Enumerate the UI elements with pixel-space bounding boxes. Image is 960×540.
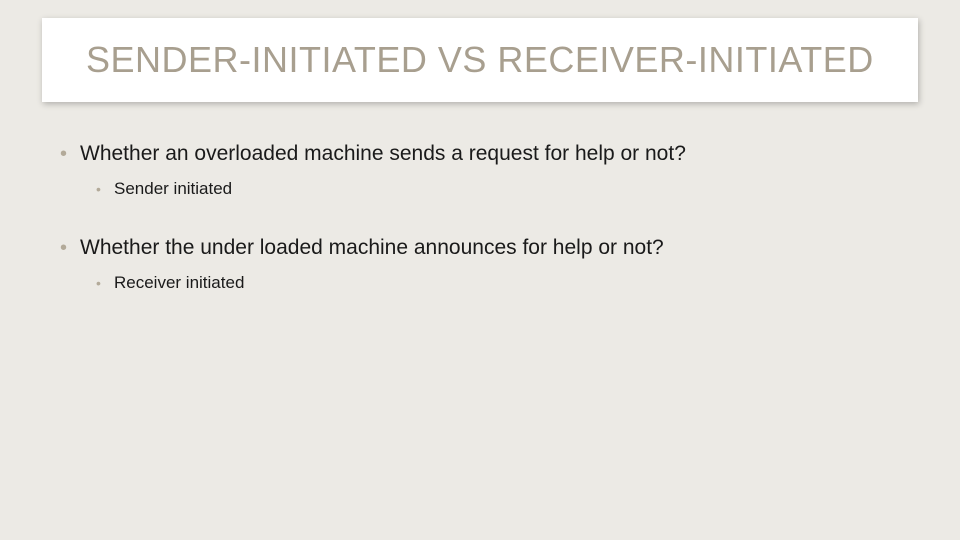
bullet-text: Whether an overloaded machine sends a re… — [80, 140, 686, 168]
bullet-level2: • Receiver initiated — [96, 272, 900, 294]
bullet-text: Whether the under loaded machine announc… — [80, 234, 664, 262]
bullet-dot-icon: • — [96, 178, 114, 200]
bullet-level1: • Whether the under loaded machine annou… — [60, 234, 900, 262]
bullet-level2: • Sender initiated — [96, 178, 900, 200]
bullet-level1: • Whether an overloaded machine sends a … — [60, 140, 900, 168]
content-area: • Whether an overloaded machine sends a … — [60, 140, 900, 328]
bullet-dot-icon: • — [60, 234, 80, 262]
title-box: SENDER-INITIATED VS RECEIVER-INITIATED — [42, 18, 918, 102]
bullet-dot-icon: • — [60, 140, 80, 168]
bullet-dot-icon: • — [96, 272, 114, 294]
slide-title: SENDER-INITIATED VS RECEIVER-INITIATED — [86, 39, 874, 81]
bullet-text: Receiver initiated — [114, 272, 244, 294]
bullet-text: Sender initiated — [114, 178, 232, 200]
